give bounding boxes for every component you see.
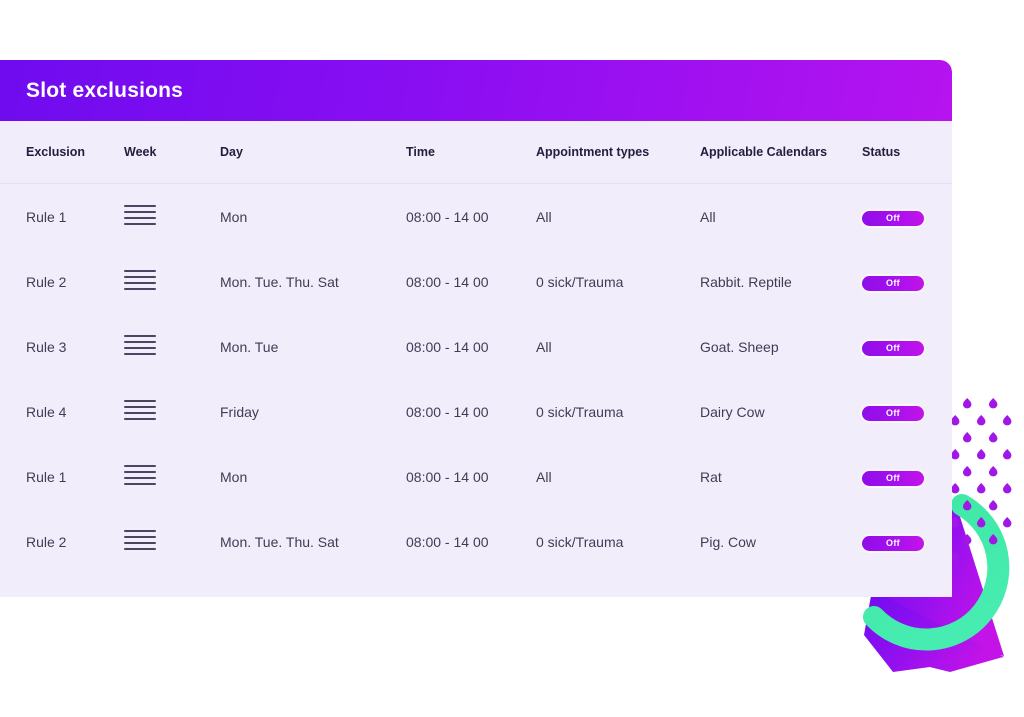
cell-applicable-calendars: Goat. Sheep — [700, 338, 779, 355]
table-row[interactable]: Rule 4 Friday 08:00 - 14 00 0 sick/Trauma Da… — [0, 379, 952, 444]
cell-exclusion: Rule 1 — [26, 468, 67, 485]
hamburger-lines-icon[interactable] — [124, 465, 156, 485]
cell-appointment-types: All — [536, 208, 552, 225]
column-header-appointment-types[interactable]: Appointment types — [536, 121, 700, 184]
cell-time: 08:00 - 14 00 — [406, 273, 489, 290]
cell-week[interactable] — [124, 444, 220, 509]
cell-time: 08:00 - 14 00 — [406, 208, 489, 225]
cell-time: 08:00 - 14 00 — [406, 533, 489, 550]
cell-day: Mon. Tue. Thu. Sat — [220, 273, 339, 290]
cell-time: 08:00 - 14 00 — [406, 468, 489, 485]
cell-appointment-types: 0 sick/Trauma — [536, 533, 624, 550]
cell-exclusion: Rule 2 — [26, 533, 67, 550]
cell-day: Mon — [220, 468, 248, 485]
table-header-row: Exclusion Week Day Time Appointment type… — [0, 121, 952, 184]
cell-week[interactable] — [124, 509, 220, 574]
cell-week[interactable] — [124, 249, 220, 314]
status-badge[interactable]: Off — [862, 405, 924, 421]
cell-status: Off — [862, 184, 952, 250]
hamburger-lines-icon[interactable] — [124, 270, 156, 290]
column-header-time[interactable]: Time — [406, 121, 536, 184]
cell-exclusion: Rule 1 — [26, 208, 67, 225]
column-header-day[interactable]: Day — [220, 121, 406, 184]
table-row[interactable]: Rule 2 Mon. Tue. Thu. Sat 08:00 - 14 00 0 s… — [0, 249, 952, 314]
cell-time: 08:00 - 14 00 — [406, 403, 489, 420]
hamburger-lines-icon[interactable] — [124, 400, 156, 420]
status-badge[interactable]: Off — [862, 535, 924, 551]
table-row[interactable]: Rule 1 Mon 08:00 - 14 00 All Rat Off — [0, 444, 952, 509]
cell-status: Off — [862, 509, 952, 574]
table-row[interactable]: Rule 2 Mon. Tue. Thu. Sat 08:00 - 14 00 0 s… — [0, 509, 952, 574]
cell-exclusion: Rule 4 — [26, 403, 67, 420]
column-header-exclusion[interactable]: Exclusion — [0, 121, 124, 184]
column-header-week[interactable]: Week — [124, 121, 220, 184]
cell-day: Mon. Tue. Thu. Sat — [220, 533, 339, 550]
slot-exclusions-card: Slot exclusions Exclusion Week Day Time … — [0, 60, 952, 597]
status-badge[interactable]: Off — [862, 275, 924, 291]
cell-status: Off — [862, 249, 952, 314]
cell-applicable-calendars: Pig. Cow — [700, 533, 757, 550]
cell-appointment-types: 0 sick/Trauma — [536, 403, 624, 420]
cell-day: Mon — [220, 208, 248, 225]
cell-appointment-types: All — [536, 468, 552, 485]
cell-week[interactable] — [124, 379, 220, 444]
cell-status: Off — [862, 444, 952, 509]
cell-day: Mon. Tue — [220, 338, 279, 355]
status-badge[interactable]: Off — [862, 340, 924, 356]
column-header-status[interactable]: Status — [862, 121, 952, 184]
hamburger-lines-icon[interactable] — [124, 530, 156, 550]
table-row[interactable]: Rule 3 Mon. Tue 08:00 - 14 00 All Goat. Shee… — [0, 314, 952, 379]
dot-pattern — [951, 398, 1012, 562]
cell-day: Friday — [220, 403, 259, 420]
cell-applicable-calendars: Dairy Cow — [700, 403, 765, 420]
status-badge[interactable]: Off — [862, 210, 924, 226]
cell-appointment-types: 0 sick/Trauma — [536, 273, 624, 290]
slot-exclusions-table: Exclusion Week Day Time Appointment type… — [0, 121, 952, 574]
card-header: Slot exclusions — [0, 60, 952, 121]
cell-applicable-calendars: Rat — [700, 468, 722, 485]
cell-exclusion: Rule 2 — [26, 273, 67, 290]
cell-time: 08:00 - 14 00 — [406, 338, 489, 355]
cell-status: Off — [862, 379, 952, 444]
hamburger-lines-icon[interactable] — [124, 335, 156, 355]
page-title: Slot exclusions — [26, 78, 184, 102]
status-badge[interactable]: Off — [862, 470, 924, 486]
cell-week[interactable] — [124, 184, 220, 250]
cell-appointment-types: All — [536, 338, 552, 355]
cell-applicable-calendars: Rabbit. Reptile — [700, 273, 792, 290]
cell-week[interactable] — [124, 314, 220, 379]
cell-exclusion: Rule 3 — [26, 338, 67, 355]
table-body: Rule 1 Mon 08:00 - 14 00 All All Off Rule 2 Mon… — [0, 184, 952, 575]
table-row[interactable]: Rule 1 Mon 08:00 - 14 00 All All Off — [0, 184, 952, 250]
hamburger-lines-icon[interactable] — [124, 205, 156, 225]
table-head: Exclusion Week Day Time Appointment type… — [0, 121, 952, 184]
cell-applicable-calendars: All — [700, 208, 716, 225]
column-header-applicable-calendars[interactable]: Applicable Calendars — [700, 121, 862, 184]
cell-status: Off — [862, 314, 952, 379]
